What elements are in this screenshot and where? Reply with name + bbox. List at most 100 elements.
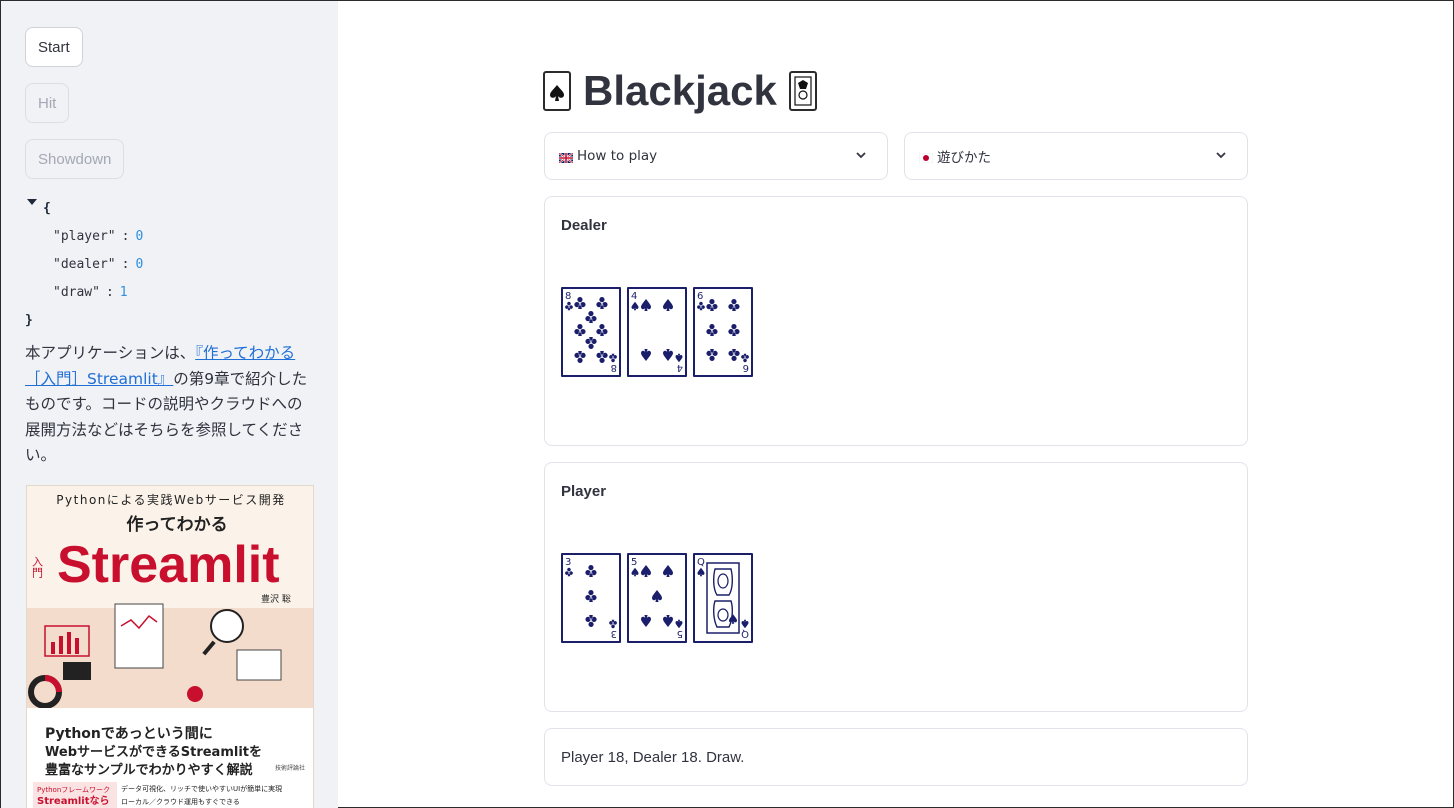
playing-card: QQ (693, 553, 753, 643)
club-pip-icon (585, 311, 597, 323)
spade-pip-icon (663, 565, 673, 577)
how-to-play-jp-expander[interactable]: 遊びかた (904, 132, 1248, 180)
playing-card: 55 (627, 553, 687, 643)
showdown-button[interactable]: Showdown (25, 139, 125, 179)
json-key: "draw" (53, 285, 100, 300)
book-tagline-1: Pythonであっという間に (45, 726, 213, 742)
uk-flag-icon (558, 151, 574, 164)
spade-pip-icon (663, 615, 673, 627)
book-subtitle: 作ってわかる (126, 514, 227, 535)
player-panel: Player 3355QQ (544, 462, 1248, 712)
playing-card: 44 (627, 287, 687, 377)
book-author: 豊沢 聡 (261, 593, 291, 605)
book-footer-left-1: Pythonフレームワーク (37, 786, 110, 794)
app-description: 本アプリケーションは、『作ってわかる［入門］Streamlit』の第9章で紹介し… (25, 341, 317, 469)
book-badge: 入門 (31, 556, 44, 579)
card-rank-top: 6 (697, 291, 703, 302)
json-value: 1 (119, 285, 128, 300)
club-icon (609, 619, 617, 629)
book-tagline-2: WebサービスができるStreamlitを (45, 744, 262, 760)
card-rank-top: Q (697, 557, 705, 568)
json-open-brace: { (43, 201, 51, 216)
book-publisher: 技術評論社 (275, 764, 305, 772)
spade-pip-icon (641, 565, 651, 577)
book-title: Streamlit (57, 536, 280, 594)
card-rank-bottom: Q (741, 628, 749, 639)
japan-flag-icon (918, 151, 934, 164)
playing-card: 33 (561, 553, 621, 643)
dealer-hand: 884466 (561, 287, 753, 377)
book-cover-image: Pythonによる実践Webサービス開発 作ってわかる 入門 Streamlit… (26, 485, 314, 808)
book-footer-right-1: データ可視化、リッチで使いやすいUIが簡単に実現 (121, 784, 282, 793)
json-key: "dealer" (53, 257, 116, 272)
club-pip-icon (596, 351, 608, 363)
club-pip-icon (728, 299, 740, 311)
card-rank-top: 8 (565, 291, 571, 302)
json-row-player: "player":0 (53, 229, 144, 244)
spade-card-icon (543, 71, 571, 111)
book-footer-right-2: ローカル／クラウド運用もすぐできる (121, 797, 240, 806)
json-viewer: { "player":0 "dealer":0 "draw":1 } (25, 195, 315, 335)
club-pip-icon (596, 297, 608, 309)
club-icon (565, 567, 573, 577)
spade-icon (675, 353, 683, 363)
club-pip-icon (574, 297, 586, 309)
card-rank-top: 3 (565, 557, 571, 568)
club-pip-icon (706, 349, 718, 361)
club-pip-icon (728, 349, 740, 361)
main-content: Blackjack How to play 遊びかた Dealer 8 8 4 … (338, 1, 1454, 808)
start-button[interactable]: Start (25, 27, 83, 67)
card-rank-top: 4 (631, 291, 637, 302)
spade-icon (631, 567, 639, 577)
spade-pip-icon (641, 349, 651, 361)
json-key: "player" (53, 229, 116, 244)
spade-pip-icon (641, 299, 651, 311)
club-pip-icon (706, 299, 718, 311)
spade-icon (697, 567, 705, 577)
card-rank-bottom: 5 (677, 628, 683, 639)
expander-label: 遊びかた (937, 150, 991, 166)
card-rank-bottom: 3 (611, 628, 617, 639)
club-icon (697, 301, 705, 311)
club-pip-icon (574, 324, 586, 336)
book-top-line: Pythonによる実践Webサービス開発 (56, 492, 285, 507)
page-title: Blackjack (543, 61, 817, 121)
chevron-down-icon (1215, 149, 1227, 165)
spade-pip-icon (663, 299, 673, 311)
spade-icon (631, 301, 639, 311)
card-rank-bottom: 6 (743, 362, 749, 373)
club-pip-icon (585, 565, 597, 577)
club-pip-icon (728, 324, 740, 336)
json-row-draw: "draw":1 (53, 285, 128, 300)
chevron-down-icon (855, 149, 867, 165)
card-rank-bottom: 4 (677, 362, 683, 373)
spade-pip-icon (663, 349, 673, 361)
json-value: 0 (135, 229, 144, 244)
how-to-play-expander[interactable]: How to play (544, 132, 888, 180)
collapse-caret-icon[interactable] (27, 199, 37, 205)
club-icon (741, 353, 749, 363)
book-footer-left-2: Streamlitなら (37, 795, 110, 807)
json-value: 0 (135, 257, 144, 272)
description-prefix: 本アプリケーションは、 (25, 344, 196, 362)
sidebar: Start Hit Showdown { "player":0 "dealer"… (1, 1, 338, 808)
spade-icon (675, 619, 683, 629)
club-pip-icon (596, 324, 608, 336)
card-rank-top: 5 (631, 557, 637, 568)
spade-pip-icon (641, 615, 651, 627)
page-title-text: Blackjack (583, 67, 777, 114)
player-label: Player (561, 483, 607, 500)
spade-icon (741, 619, 749, 629)
spade-pip-icon (652, 590, 662, 602)
dealer-label: Dealer (561, 217, 607, 234)
expander-label: How to play (577, 148, 658, 164)
json-row-dealer: "dealer":0 (53, 257, 144, 272)
hit-button[interactable]: Hit (25, 83, 70, 123)
club-pip-icon (574, 351, 586, 363)
player-hand: 3355QQ (561, 553, 753, 643)
playing-card: 66 (693, 287, 753, 377)
club-icon (609, 353, 617, 363)
json-close-brace: } (25, 313, 33, 328)
card-rank-bottom: 8 (611, 362, 617, 373)
club-pip-icon (585, 615, 597, 627)
